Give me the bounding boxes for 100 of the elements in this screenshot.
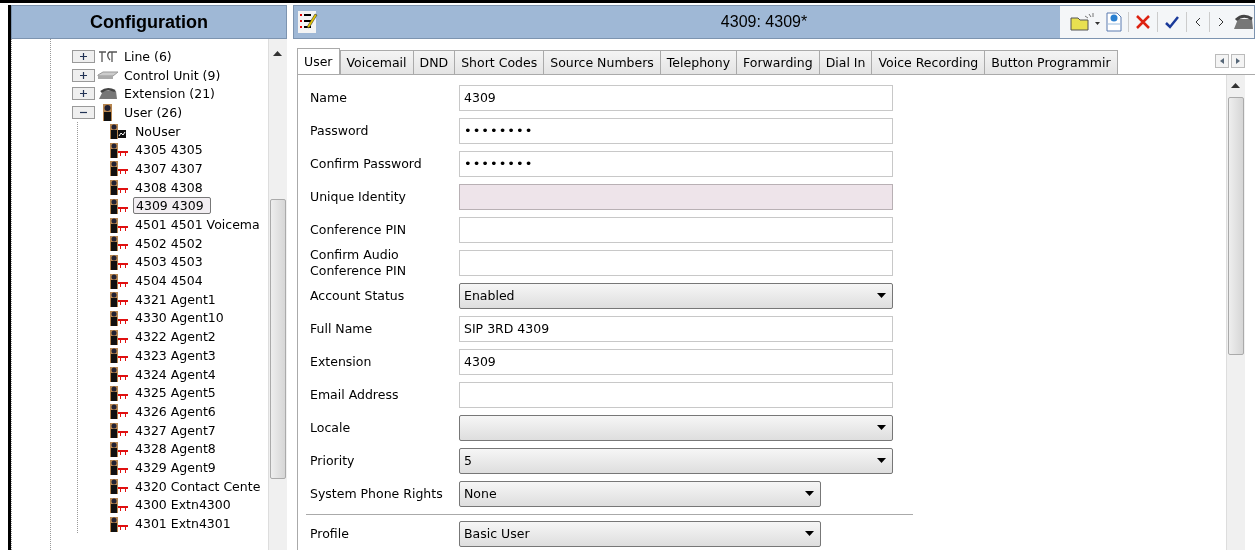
tab[interactable]: Telephony (659, 50, 738, 74)
input-field[interactable]: 4309 (459, 84, 893, 111)
password-field[interactable]: •••••••• (459, 150, 893, 177)
tree-item[interactable]: Line (6) (122, 48, 174, 64)
user-phone-icon (108, 440, 130, 457)
tree-item[interactable]: 4305 4305 (133, 142, 205, 158)
next-button[interactable] (1216, 16, 1226, 28)
field-label: Full Name (310, 320, 374, 337)
field-label: Confirm Audio Conference PIN (310, 246, 407, 279)
dropdown-arrow-icon (805, 531, 814, 536)
field-label: Locale (310, 419, 352, 436)
tree-item[interactable]: 4307 4307 (133, 160, 205, 176)
tree-item[interactable]: Extension (21) (122, 86, 217, 102)
input-field[interactable] (459, 249, 893, 276)
scroll-right-button[interactable] (1231, 54, 1245, 68)
user-phone-icon (108, 515, 130, 532)
field-label: Extension (310, 353, 373, 370)
tree-item[interactable]: 4325 Agent5 (133, 385, 218, 401)
input-field[interactable]: SIP 3RD 4309 (459, 315, 893, 342)
tab[interactable]: Dial In (818, 50, 873, 74)
collapse-icon[interactable] (72, 105, 95, 119)
phone-icon (97, 86, 119, 101)
phone-icon (1232, 13, 1254, 31)
user-phone-icon (108, 328, 130, 345)
cancel-button[interactable] (1135, 14, 1151, 30)
scroll-up-icon[interactable] (1231, 83, 1240, 88)
user-phone-icon (108, 422, 130, 439)
scroll-left-button[interactable] (1215, 54, 1229, 68)
dropdown-arrow-icon (877, 458, 886, 463)
tree-item[interactable]: User (26) (122, 104, 185, 120)
tree-item[interactable]: 4322 Agent2 (133, 329, 218, 345)
tree-item[interactable]: 4324 Agent4 (133, 366, 218, 382)
tab[interactable]: Button Programmir (984, 50, 1118, 74)
scrollbar[interactable] (1226, 75, 1245, 550)
user-phone-icon (108, 141, 130, 158)
tree-item[interactable]: 4503 4503 (133, 254, 205, 270)
tab[interactable]: Source Numbers (543, 50, 661, 74)
field-label: Confirm Password (310, 155, 423, 172)
tree-item[interactable]: 4329 Agent9 (133, 459, 218, 475)
tree-item[interactable]: 4301 Extn4301 (133, 516, 233, 532)
tree-item[interactable]: Control Unit (9) (122, 67, 223, 83)
user-phone-icon (108, 384, 130, 401)
tree-item[interactable]: 4309 4309 (133, 197, 211, 215)
expand-icon[interactable] (72, 68, 95, 82)
dropdown-field[interactable]: None (459, 480, 821, 507)
tree-item[interactable]: NoUser (133, 123, 183, 139)
input-field[interactable] (459, 381, 893, 408)
user-phone-icon (108, 478, 130, 495)
tree-item[interactable]: 4321 Agent1 (133, 291, 218, 307)
field-label: Conference PIN (310, 221, 407, 238)
user-phone-icon (108, 235, 130, 252)
scroll-up-icon[interactable] (273, 51, 282, 56)
tab[interactable]: Voicemail (339, 50, 414, 74)
dropdown-field[interactable]: Basic User (459, 520, 821, 547)
tree-item[interactable]: 4502 4502 (133, 235, 205, 251)
password-field[interactable]: •••••••• (459, 117, 893, 144)
tree-item[interactable]: 4320 Contact Cente (133, 478, 263, 494)
tree-item[interactable]: 4308 4308 (133, 179, 205, 195)
input-field[interactable]: 4309 (459, 348, 893, 375)
expand-icon[interactable] (72, 87, 95, 101)
tree-item[interactable]: 4330 Agent10 (133, 310, 226, 326)
user-phone-icon (108, 496, 130, 513)
field-label: Priority (310, 452, 356, 469)
ok-button[interactable] (1164, 15, 1180, 29)
tab[interactable]: Voice Recording (871, 50, 986, 74)
tab[interactable]: Short Codes (454, 50, 545, 74)
tree-item[interactable]: 4501 4501 Voicema (133, 217, 262, 233)
input-field[interactable] (459, 216, 893, 243)
user-phone-icon (108, 216, 130, 233)
user-phone-icon (108, 160, 130, 177)
export-document-icon[interactable] (1106, 12, 1122, 32)
field-label: System Phone Rights (310, 485, 444, 502)
scrollbar[interactable] (268, 39, 287, 550)
dropdown-arrow-icon (805, 491, 814, 496)
right-arrow-icon (1236, 58, 1240, 64)
previous-button[interactable] (1193, 16, 1203, 28)
tree-item[interactable]: 4323 Agent3 (133, 347, 218, 363)
tab[interactable]: Forwarding (736, 50, 820, 74)
dropdown-arrow-icon (877, 293, 886, 298)
tab[interactable]: User (297, 48, 340, 74)
user-phone-icon (108, 272, 130, 289)
user-phone-icon (108, 253, 130, 270)
tree-item[interactable]: 4328 Agent8 (133, 441, 218, 457)
user-phone-icon (108, 309, 130, 326)
new-folder-button[interactable] (1070, 12, 1100, 32)
dropdown-field[interactable]: 5 (459, 447, 893, 474)
field-label: Profile (310, 525, 350, 542)
line-icon (97, 49, 119, 64)
tree-item[interactable]: 4300 Extn4300 (133, 497, 233, 513)
tab[interactable]: DND (412, 50, 456, 74)
user-phone-icon (108, 197, 130, 214)
tree-item[interactable]: 4326 Agent6 (133, 403, 218, 419)
tree-item[interactable]: 4504 4504 (133, 273, 205, 289)
tree-item[interactable]: 4327 Agent7 (133, 422, 218, 438)
dropdown-field[interactable]: Enabled (459, 282, 893, 309)
dropdown-arrow-icon (877, 425, 886, 430)
dropdown-field[interactable] (459, 414, 893, 441)
field-label: Password (310, 122, 370, 139)
expand-icon[interactable] (72, 49, 95, 63)
field-label: Email Address (310, 386, 400, 403)
